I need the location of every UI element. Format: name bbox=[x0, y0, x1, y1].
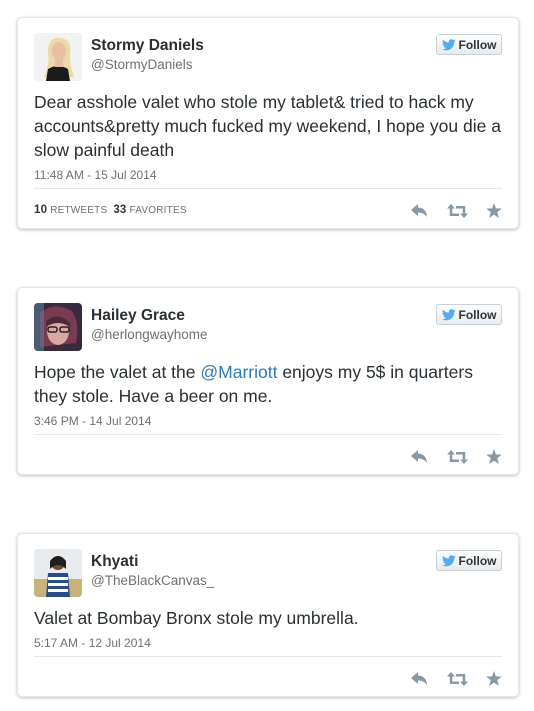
avatar[interactable] bbox=[34, 33, 82, 81]
reply-icon[interactable] bbox=[410, 671, 429, 686]
tweet-timestamp[interactable]: 5:17 AM - 12 Jul 2014 bbox=[34, 636, 151, 650]
tweet-text: Hope the valet at the @Marriott enjoys m… bbox=[34, 360, 502, 408]
tweet-timestamp[interactable]: 11:48 AM - 15 Jul 2014 bbox=[34, 168, 157, 182]
follow-button[interactable]: Follow bbox=[436, 550, 502, 571]
mention-link[interactable]: @Marriott bbox=[200, 362, 277, 382]
twitter-bird-icon bbox=[441, 38, 456, 50]
tweet-timestamp[interactable]: 3:46 PM - 14 Jul 2014 bbox=[34, 414, 151, 428]
retweet-count-label: RETWEETS bbox=[50, 205, 108, 216]
favorite-count-label: FAVORITES bbox=[129, 205, 187, 216]
reply-icon[interactable] bbox=[410, 203, 429, 218]
divider bbox=[34, 434, 502, 435]
star-icon[interactable] bbox=[486, 449, 502, 464]
avatar[interactable] bbox=[34, 303, 82, 351]
retweet-icon[interactable] bbox=[447, 671, 468, 686]
tweet-card: Stormy Daniels @StormyDaniels Follow Dea… bbox=[17, 17, 519, 229]
tweet-actions bbox=[410, 671, 502, 686]
twitter-bird-icon bbox=[441, 308, 456, 320]
divider bbox=[34, 188, 502, 189]
display-name[interactable]: Stormy Daniels bbox=[91, 37, 204, 55]
user-handle[interactable]: @TheBlackCanvas_ bbox=[91, 573, 214, 588]
follow-label: Follow bbox=[458, 307, 497, 322]
user-handle[interactable]: @herlongwayhome bbox=[91, 327, 208, 342]
retweet-icon[interactable] bbox=[447, 203, 468, 218]
tweet-text: Dear asshole valet who stole my tablet& … bbox=[34, 92, 501, 160]
star-icon[interactable] bbox=[486, 671, 502, 686]
retweet-icon[interactable] bbox=[447, 449, 468, 464]
favorite-count[interactable]: 33 bbox=[113, 204, 126, 216]
retweet-count[interactable]: 10 bbox=[34, 204, 47, 216]
star-icon[interactable] bbox=[486, 203, 502, 218]
tweet-stats: 10 RETWEETS 33 FAVORITES bbox=[34, 204, 187, 216]
follow-label: Follow bbox=[458, 553, 497, 568]
tweet-actions bbox=[410, 203, 502, 218]
follow-button[interactable]: Follow bbox=[436, 34, 502, 55]
tweet-actions bbox=[410, 449, 502, 464]
tweet-card: Khyati @TheBlackCanvas_ Follow Valet at … bbox=[17, 533, 519, 697]
divider bbox=[34, 656, 502, 657]
display-name[interactable]: Khyati bbox=[91, 553, 138, 571]
tweet-card: Hailey Grace @herlongwayhome Follow Hope… bbox=[17, 287, 519, 475]
reply-icon[interactable] bbox=[410, 449, 429, 464]
user-handle[interactable]: @StormyDaniels bbox=[91, 57, 192, 72]
follow-button[interactable]: Follow bbox=[436, 304, 502, 325]
follow-label: Follow bbox=[458, 37, 497, 52]
tweet-text-part: Hope the valet at the bbox=[34, 362, 201, 382]
twitter-bird-icon bbox=[441, 554, 456, 566]
avatar[interactable] bbox=[34, 549, 82, 597]
tweet-text: Valet at Bombay Bronx stole my umbrella. bbox=[34, 608, 359, 628]
display-name[interactable]: Hailey Grace bbox=[91, 307, 185, 325]
